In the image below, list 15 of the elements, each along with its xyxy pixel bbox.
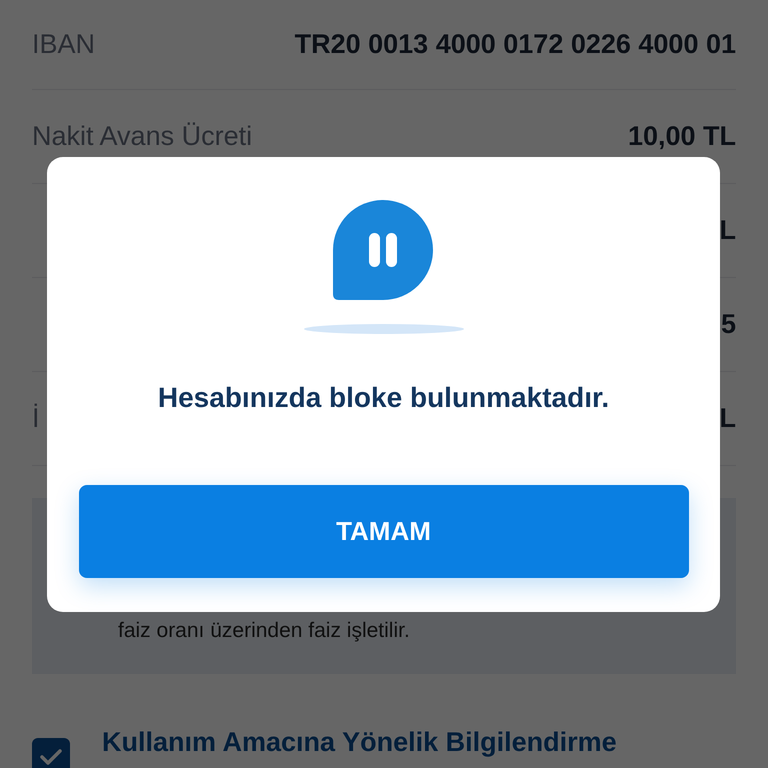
row-value: TR20 0013 4000 0172 0226 4000 01 bbox=[294, 28, 736, 62]
row-value: 10,00 TL bbox=[628, 120, 736, 154]
info-text: faiz oranı üzerinden faiz işletilir. bbox=[118, 618, 411, 644]
row-label: Nakit Avans Ücreti bbox=[32, 120, 252, 154]
pause-bubble-icon bbox=[333, 200, 434, 301]
row-value: L bbox=[720, 402, 736, 436]
row-value: L bbox=[720, 214, 736, 248]
row-label: İ bbox=[32, 402, 40, 436]
ok-button[interactable]: TAMAM bbox=[78, 485, 688, 578]
row-value: 5 bbox=[720, 308, 736, 342]
checkbox[interactable] bbox=[32, 738, 70, 768]
consent-link[interactable]: Kullanım Amacına Yönelik Bilgilendirme bbox=[102, 722, 617, 762]
row-label: IBAN bbox=[32, 28, 96, 62]
dialog-message: Hesabınızda bloke bulunmaktadır. bbox=[158, 381, 610, 415]
checkmark-icon bbox=[40, 748, 62, 766]
